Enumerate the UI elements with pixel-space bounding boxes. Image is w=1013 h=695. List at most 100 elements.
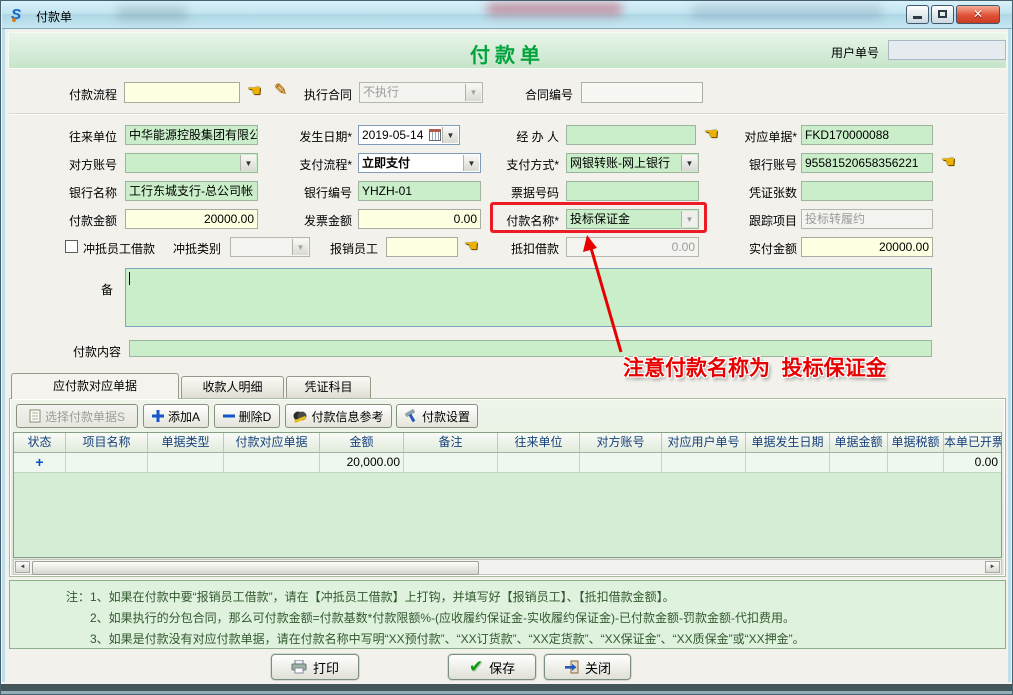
pay-name-select[interactable]: 投标保证金 ▼ xyxy=(566,209,699,229)
dropdown-arrow-icon[interactable]: ▼ xyxy=(681,211,697,227)
offset-type-label: 冲抵类别 xyxy=(173,240,221,257)
row-status-cell: + xyxy=(14,453,66,473)
select-payment-doc-button[interactable]: 选择付款单据S xyxy=(16,404,138,428)
voucher-count-label: 凭证张数 xyxy=(725,184,797,201)
exec-contract-label: 执行合同 xyxy=(304,86,352,103)
scroll-left-arrow-icon[interactable]: ◄ xyxy=(15,561,30,573)
plus-icon xyxy=(152,410,164,422)
dropdown-arrow-icon[interactable]: ▼ xyxy=(465,84,481,101)
pay-amount-field[interactable]: 20000.00 xyxy=(125,209,258,229)
voucher-count-field[interactable] xyxy=(801,181,933,201)
column-header[interactable]: 对方账号 xyxy=(580,433,662,453)
maximize-button[interactable] xyxy=(931,5,954,24)
dropdown-arrow-icon[interactable]: ▼ xyxy=(240,155,256,171)
counterparty-label: 往来单位 xyxy=(69,128,117,145)
counterparty-field[interactable]: 中华能源控股集团有限公 xyxy=(125,125,258,145)
table-row[interactable]: + 20,000.00 0.00 xyxy=(14,453,1001,473)
column-header[interactable]: 状态 xyxy=(14,433,66,453)
lookup-hand-icon[interactable]: ☚ xyxy=(247,84,261,100)
tab-payable-docs[interactable]: 应付款对应单据 xyxy=(11,373,179,399)
user-no-field[interactable] xyxy=(888,40,1006,60)
column-header[interactable]: 项目名称 xyxy=(66,433,148,453)
delete-button[interactable]: 删除D xyxy=(214,404,280,428)
annotation-text: 注意付款名称为 投标保证金 xyxy=(623,352,887,382)
app-logo-icon: S xyxy=(11,6,28,23)
column-header[interactable]: 单据发生日期 xyxy=(746,433,830,453)
edit-pen-icon[interactable]: ✎ xyxy=(274,83,287,99)
deduct-loan-field[interactable]: 0.00 xyxy=(566,237,699,257)
payment-form-window: S 付款单 ✕ 付款单 用户单号 付款流程 ☚ ✎ 执行合同 不执行 ▼ 合同编… xyxy=(0,0,1013,695)
occur-date-label: 发生日期* xyxy=(282,128,352,145)
column-header[interactable]: 对应用户单号 xyxy=(662,433,746,453)
actual-amount-field[interactable]: 20000.00 xyxy=(801,237,933,257)
note-line: 3、如果是付款没有对应付款单据，请在付款名称中写明“XX预付款”、“XX订货款”… xyxy=(90,630,805,647)
reimburse-emp-label: 报销员工 xyxy=(330,240,378,257)
occur-date-picker[interactable]: 2019-05-14 ▼ xyxy=(358,125,460,145)
save-button[interactable]: ✔ 保存 xyxy=(448,654,536,680)
dropdown-arrow-icon[interactable]: ▼ xyxy=(292,239,308,255)
column-header[interactable]: 金额 xyxy=(320,433,404,453)
invoice-amount-field[interactable]: 0.00 xyxy=(358,209,481,229)
scrollbar-thumb[interactable] xyxy=(32,561,479,575)
titlebar-reflection xyxy=(692,5,882,19)
tab-payee-detail[interactable]: 收款人明细 xyxy=(181,376,284,399)
contract-no-input[interactable] xyxy=(581,82,703,103)
close-form-button[interactable]: 关闭 xyxy=(544,654,631,680)
minus-icon xyxy=(223,410,235,422)
exec-contract-select[interactable]: 不执行 ▼ xyxy=(359,82,483,103)
column-header[interactable]: 单据金额 xyxy=(830,433,888,453)
calendar-icon[interactable] xyxy=(429,129,441,141)
window-title: 付款单 xyxy=(36,8,72,25)
print-button[interactable]: 打印 xyxy=(271,654,359,680)
tab-voucher-subject[interactable]: 凭证科目 xyxy=(286,376,371,399)
dropdown-arrow-icon[interactable]: ▼ xyxy=(463,155,479,171)
titlebar-reflection xyxy=(117,6,187,21)
lookup-hand-icon[interactable]: ☚ xyxy=(704,127,718,143)
payment-settings-button[interactable]: 付款设置 xyxy=(396,404,478,428)
bank-name-field[interactable]: 工行东城支行-总公司帐 xyxy=(125,181,258,201)
dropdown-arrow-icon[interactable]: ▼ xyxy=(442,127,458,143)
counter-account-select[interactable]: ▼ xyxy=(125,153,258,173)
pay-method-select[interactable]: 网银转账-网上银行 ▼ xyxy=(566,153,699,173)
close-button[interactable]: ✕ xyxy=(956,5,1000,24)
bank-account-field[interactable]: 95581520658356221 xyxy=(801,153,933,173)
column-header[interactable]: 往来单位 xyxy=(498,433,580,453)
minimize-button[interactable] xyxy=(906,5,929,24)
handler-field[interactable] xyxy=(566,125,696,145)
row-invoiced-cell: 0.00 xyxy=(944,453,1002,473)
deduct-loan-label: 抵扣借款 xyxy=(487,240,559,257)
column-header[interactable]: 单据税额 xyxy=(888,433,944,453)
bank-code-label: 银行编号 xyxy=(282,184,352,201)
form-header: 付款单 用户单号 xyxy=(8,32,1007,69)
track-project-field[interactable]: 投标转履约 xyxy=(801,209,933,229)
lookup-hand-icon[interactable]: ☚ xyxy=(464,239,478,255)
offset-loan-label: 冲抵员工借款 xyxy=(83,240,155,257)
reimburse-emp-input[interactable] xyxy=(386,237,458,257)
check-icon: ✔ xyxy=(469,657,483,677)
contract-no-label: 合同编号 xyxy=(525,86,573,103)
titlebar-reflection xyxy=(487,3,622,15)
bank-code-field[interactable]: YHZH-01 xyxy=(358,181,481,201)
lookup-hand-icon[interactable]: ☚ xyxy=(941,155,955,171)
remark-textarea[interactable] xyxy=(125,268,932,327)
column-header[interactable]: 付款对应单据 xyxy=(224,433,320,453)
column-header[interactable]: 本单已开票 xyxy=(944,433,1002,453)
window-bottom-edge xyxy=(1,691,1013,695)
bill-no-field[interactable] xyxy=(566,181,699,201)
scroll-right-arrow-icon[interactable]: ► xyxy=(985,561,1000,573)
pay-process-select[interactable]: 立即支付 ▼ xyxy=(358,153,481,173)
printer-icon xyxy=(291,660,307,674)
payment-info-reference-button[interactable]: 付款信息参考 xyxy=(285,404,392,428)
track-project-label: 跟踪项目 xyxy=(725,212,797,229)
column-header[interactable]: 备注 xyxy=(404,433,498,453)
pay-method-label: 支付方式* xyxy=(487,156,559,173)
add-button[interactable]: 添加A xyxy=(143,404,209,428)
window-bottom-border xyxy=(1,684,1013,691)
column-header[interactable]: 单据类型 xyxy=(148,433,224,453)
offset-loan-checkbox[interactable] xyxy=(65,240,78,253)
pay-flow-input[interactable] xyxy=(124,82,240,103)
offset-type-select[interactable]: ▼ xyxy=(230,237,310,257)
dropdown-arrow-icon[interactable]: ▼ xyxy=(681,155,697,171)
ref-doc-field[interactable]: FKD170000088 xyxy=(801,125,933,145)
horizontal-scrollbar[interactable]: ◄ ► xyxy=(13,559,1002,575)
